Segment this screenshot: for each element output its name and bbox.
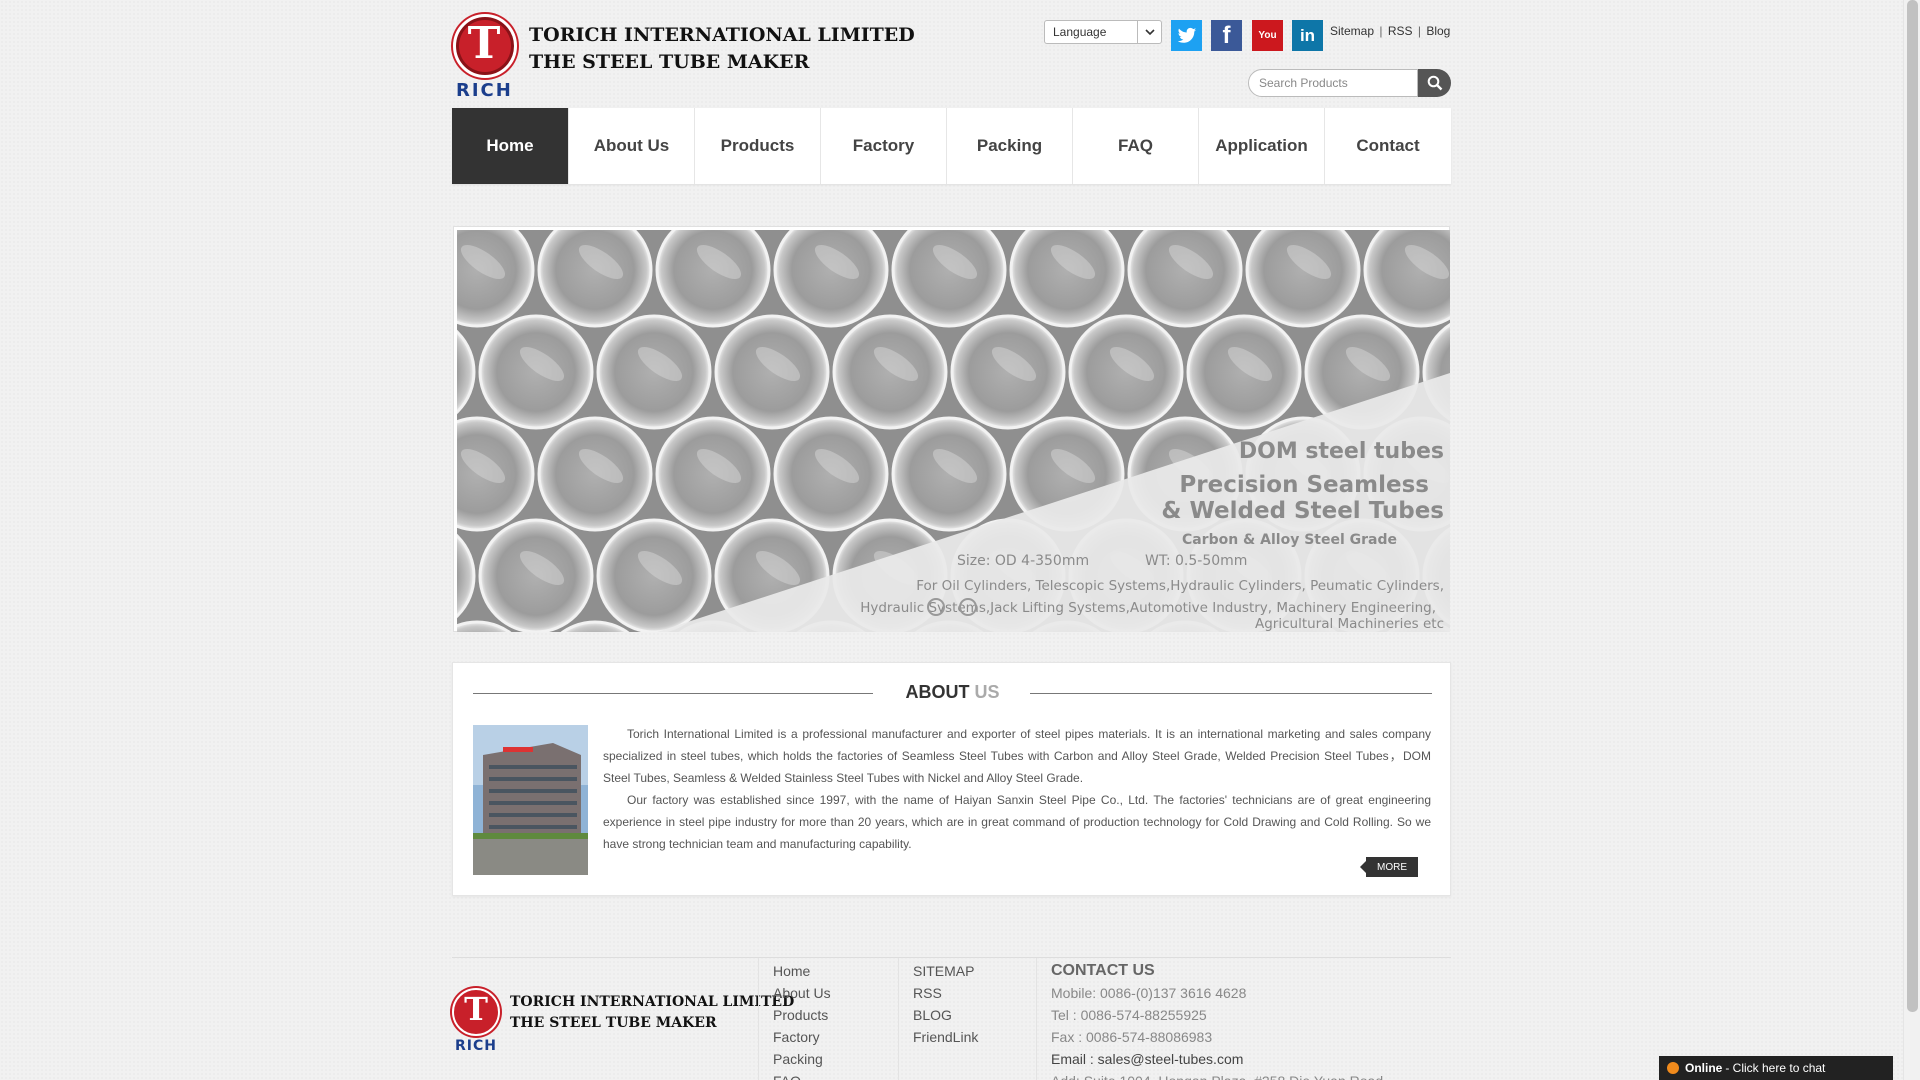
logo-letter: T xyxy=(467,18,501,69)
footer-logo-letter: T xyxy=(464,990,488,1028)
logo-text: RICH xyxy=(456,80,513,101)
footer-link-about-us[interactable]: About Us xyxy=(773,982,898,1004)
banner-usage-3: Agricultural Machineries etc xyxy=(1255,616,1444,632)
page-container: T RICH TORICH INTERNATIONAL LIMITED THE … xyxy=(452,0,1451,1080)
search-button[interactable] xyxy=(1418,69,1451,97)
rss-link[interactable]: RSS xyxy=(1388,24,1413,38)
sitemap-link[interactable]: Sitemap xyxy=(1330,24,1374,38)
footer-link-faq[interactable]: FAQ xyxy=(773,1070,898,1080)
banner-tube xyxy=(1127,230,1243,328)
factory-image xyxy=(473,725,588,875)
nav-item-application[interactable]: Application xyxy=(1199,108,1325,184)
brand-name: TORICH INTERNATIONAL LIMITED THE STEEL T… xyxy=(529,22,915,76)
footer-brand-line-1: TORICH INTERNATIONAL LIMITED xyxy=(510,994,795,1010)
about-text: Torich International Limited is a profes… xyxy=(603,723,1431,855)
banner-line-2: Precision Seamless xyxy=(1179,472,1429,498)
banner-tube xyxy=(1009,230,1125,328)
footer-misc-links: SITEMAP RSS BLOG FriendLink xyxy=(898,958,1036,1080)
youtube-icon[interactable]: You xyxy=(1252,20,1283,51)
footer-nav-links: Home About Us Products Factory Packing F… xyxy=(758,958,898,1080)
contact-fax: Fax : 0086-574-88086983 xyxy=(1051,1029,1213,1045)
search-icon xyxy=(1427,75,1442,91)
page-scrollbar[interactable] xyxy=(1903,0,1920,1080)
banner-usage-2: Hydraulic Systems,Jack Lifting Systems,A… xyxy=(860,600,1436,616)
nav-item-factory[interactable]: Factory xyxy=(821,108,947,184)
more-button[interactable]: MORE xyxy=(1360,857,1418,877)
search-placeholder: Search Products xyxy=(1259,76,1348,90)
banner-usage-1: For Oil Cylinders, Telescopic Systems,Hy… xyxy=(916,578,1444,594)
footer-link-products[interactable]: Products xyxy=(773,1004,898,1026)
facebook-icon[interactable]: f xyxy=(1211,20,1242,51)
about-title-main: ABOUT xyxy=(905,682,970,702)
scrollbar-thumb[interactable] xyxy=(1907,0,1918,1012)
site-logo[interactable]: T RICH xyxy=(452,14,518,101)
nav-item-home[interactable]: Home xyxy=(452,108,569,184)
brand-line-1: TORICH INTERNATIONAL LIMITED xyxy=(529,24,915,46)
blog-link[interactable]: Blog xyxy=(1426,24,1450,38)
about-title-accent: US xyxy=(974,682,1000,702)
chat-icon xyxy=(1667,1062,1679,1074)
banner-tube xyxy=(655,230,771,328)
contact-title: CONTACT US xyxy=(1051,962,1155,979)
banner-line-3: & Welded Steel Tubes xyxy=(1161,498,1444,524)
about-section: ABOUT US Torich International Limited is… xyxy=(452,662,1451,896)
footer-brand-line-2: THE STEEL TUBE MAKER xyxy=(510,1015,717,1031)
banner-wt: WT: 0.5-50mm xyxy=(1145,553,1247,569)
about-paragraph-1: Torich International Limited is a profes… xyxy=(603,727,1431,785)
contact-address: Add: Suite 1004, Hongan Plaza, #258 Die … xyxy=(1051,1070,1451,1080)
contact-mobile: Mobile: 0086-(0)137 3616 4628 xyxy=(1051,985,1247,1001)
nav-item-faq[interactable]: FAQ xyxy=(1073,108,1199,184)
contact-email[interactable]: Email : sales@steel-tubes.com xyxy=(1051,1048,1451,1070)
hero-banner[interactable]: DOM steel tubes Precision Seamless & Wel… xyxy=(453,226,1450,632)
footer-contact: CONTACT US Mobile: 0086-(0)137 3616 4628… xyxy=(1036,958,1451,1080)
footer-logo-text: RICH xyxy=(455,1038,497,1054)
banner-tube xyxy=(1245,230,1361,328)
chat-status: Online xyxy=(1685,1061,1723,1075)
banner-tube xyxy=(773,230,889,328)
main-nav: Home About Us Products Factory Packing F… xyxy=(452,108,1451,184)
search-input[interactable]: Search Products xyxy=(1248,69,1418,97)
about-title: ABOUT US xyxy=(453,682,1452,703)
nav-item-contact[interactable]: Contact xyxy=(1325,108,1451,184)
footer-link-home[interactable]: Home xyxy=(773,960,898,982)
language-select-value: Language xyxy=(1053,25,1107,39)
banner-image: DOM steel tubes Precision Seamless & Wel… xyxy=(457,230,1450,632)
footer-link-sitemap[interactable]: SITEMAP xyxy=(913,960,1036,982)
footer-link-friendlink[interactable]: FriendLink xyxy=(913,1026,1036,1048)
chevron-down-icon xyxy=(1137,21,1161,43)
banner-size: Size: OD 4-350mm xyxy=(957,553,1089,569)
live-chat-button[interactable]: Online - Click here to chat xyxy=(1659,1056,1893,1080)
footer-brand: TORICH INTERNATIONAL LIMITED THE STEEL T… xyxy=(510,992,794,1034)
linkedin-icon[interactable]: in xyxy=(1292,20,1323,51)
banner-grade: Carbon & Alloy Steel Grade xyxy=(1182,532,1397,548)
footer-link-factory[interactable]: Factory xyxy=(773,1026,898,1048)
footer-link-packing[interactable]: Packing xyxy=(773,1048,898,1070)
top-links: Sitemap | RSS | Blog xyxy=(1330,24,1451,38)
nav-item-packing[interactable]: Packing xyxy=(947,108,1073,184)
brand-line-2: THE STEEL TUBE MAKER xyxy=(529,51,810,73)
footer-link-blog[interactable]: BLOG xyxy=(913,1004,1036,1026)
twitter-icon[interactable] xyxy=(1171,20,1202,51)
about-paragraph-2: Our factory was established since 1997, … xyxy=(603,793,1431,851)
nav-item-about-us[interactable]: About Us xyxy=(569,108,695,184)
chat-text: - Click here to chat xyxy=(1725,1061,1826,1075)
language-select[interactable]: Language xyxy=(1044,20,1162,44)
footer-link-rss[interactable]: RSS xyxy=(913,982,1036,1004)
banner-headline: DOM steel tubes xyxy=(1239,439,1444,464)
nav-item-products[interactable]: Products xyxy=(695,108,821,184)
banner-tube xyxy=(537,230,653,328)
banner-tube xyxy=(891,230,1007,328)
contact-tel: Tel : 0086-574-88255925 xyxy=(1051,1007,1207,1023)
